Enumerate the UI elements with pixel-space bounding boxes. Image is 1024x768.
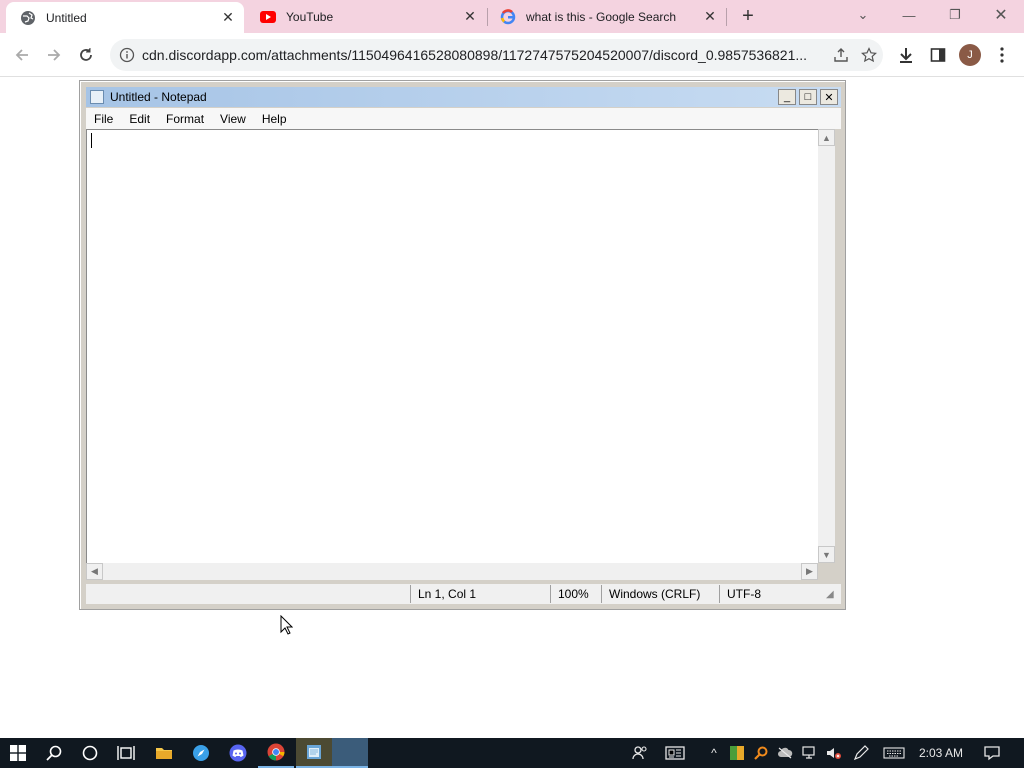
discord-icon[interactable] [220,738,256,768]
people-icon[interactable] [628,738,652,768]
cortana-icon[interactable] [72,738,108,768]
side-panel-icon[interactable] [926,43,950,67]
resize-grip-icon[interactable]: ◢ [826,589,838,601]
scroll-down-icon[interactable]: ▼ [818,546,835,563]
address-bar[interactable]: cdn.discordapp.com/attachments/115049641… [110,39,883,71]
status-encoding: UTF-8 [719,585,819,603]
notepad-menu-bar: File Edit Format View Help [86,108,841,129]
cloud-tray-icon[interactable] [776,738,794,768]
scroll-left-icon[interactable]: ◀ [86,563,103,580]
security-tray-icon[interactable] [728,738,746,768]
reload-button[interactable] [74,43,98,67]
menu-file[interactable]: File [86,112,121,126]
tab-title: what is this - Google Search [526,9,677,24]
menu-help[interactable]: Help [254,112,295,126]
news-widget-icon[interactable] [662,738,688,768]
horizontal-scrollbar[interactable]: ◀ ▶ [86,563,818,580]
globe-icon [20,10,36,26]
scroll-right-icon[interactable]: ▶ [801,563,818,580]
share-icon[interactable] [827,41,855,69]
vertical-scrollbar[interactable]: ▲ ▼ [818,129,835,563]
google-icon [500,8,516,25]
minimize-window-icon[interactable]: — [886,0,932,30]
status-line-ending: Windows (CRLF) [601,585,717,603]
close-window-icon[interactable]: ✕ [978,0,1024,30]
keyboard-icon[interactable] [880,738,908,768]
mouse-cursor-icon [280,614,294,640]
windows-taskbar: ^ 2:03 AM [0,738,1024,768]
forward-button[interactable] [42,43,66,67]
windows-start-icon[interactable] [0,738,36,768]
menu-view[interactable]: View [212,112,254,126]
download-icon[interactable] [894,43,918,67]
close-tab-icon[interactable]: ✕ [220,9,236,26]
task-view-icon[interactable] [108,738,144,768]
scroll-up-icon[interactable]: ▲ [818,129,835,146]
browser-tab-strip: Untitled ✕ YouTube ✕ what is this - Goog… [0,0,1024,33]
menu-kebab-icon[interactable] [990,43,1014,67]
tab-youtube[interactable]: YouTube ✕ [246,0,486,33]
notepad-title: Untitled - Notepad [110,90,207,104]
browser-toolbar: cdn.discordapp.com/attachments/115049641… [0,33,1024,77]
tab-title: Untitled [46,10,87,25]
pen-tray-icon[interactable] [850,738,872,768]
profile-avatar[interactable]: J [959,44,981,66]
network-icon[interactable] [800,738,820,768]
status-cursor-position: Ln 1, Col 1 [410,585,546,603]
tab-search-chevron-icon[interactable]: ⌄ [840,0,886,30]
youtube-icon [260,9,276,25]
notifications-icon[interactable] [980,738,1004,768]
volume-muted-icon[interactable] [824,738,844,768]
notepad-text-area[interactable] [86,129,818,563]
notepad-title-bar[interactable]: Untitled - Notepad _ □ ✕ [86,87,841,107]
chrome-icon[interactable] [258,738,294,768]
safari-icon[interactable] [183,738,219,768]
text-caret [91,133,92,148]
notepad-maximize-button[interactable]: □ [799,89,817,105]
menu-format[interactable]: Format [158,112,212,126]
notepad-minimize-button[interactable]: _ [778,89,796,105]
file-explorer-icon[interactable] [146,738,182,768]
new-tab-button[interactable]: + [738,6,758,26]
tab-title: YouTube [286,9,334,24]
tab-google-search[interactable]: what is this - Google Search ✕ [486,0,726,33]
magnifier-tray-icon[interactable] [752,738,770,768]
close-tab-icon[interactable]: ✕ [702,8,718,25]
close-tab-icon[interactable]: ✕ [462,8,478,25]
system-clock[interactable]: 2:03 AM [912,738,970,768]
url-text[interactable]: cdn.discordapp.com/attachments/115049641… [142,47,827,63]
notepad-icon [90,90,104,104]
notepad-close-button[interactable]: ✕ [820,89,838,105]
status-zoom: 100% [550,585,598,603]
tab-untitled[interactable]: Untitled ✕ [6,2,244,33]
notepad-app-icon[interactable] [296,738,332,768]
notepad-window: Untitled - Notepad _ □ ✕ File Edit Forma… [79,80,846,610]
menu-edit[interactable]: Edit [121,112,158,126]
notepad-status-bar: Ln 1, Col 1 100% Windows (CRLF) UTF-8 ◢ [86,584,841,604]
search-icon[interactable] [36,738,72,768]
site-info-icon[interactable] [119,47,135,63]
restore-window-icon[interactable]: ❐ [932,0,978,30]
bookmark-star-icon[interactable] [855,41,883,69]
back-button[interactable] [10,43,34,67]
chevron-up-icon[interactable]: ^ [704,738,724,768]
tab-divider [726,8,727,26]
open-window-thumbnail[interactable] [332,738,368,768]
